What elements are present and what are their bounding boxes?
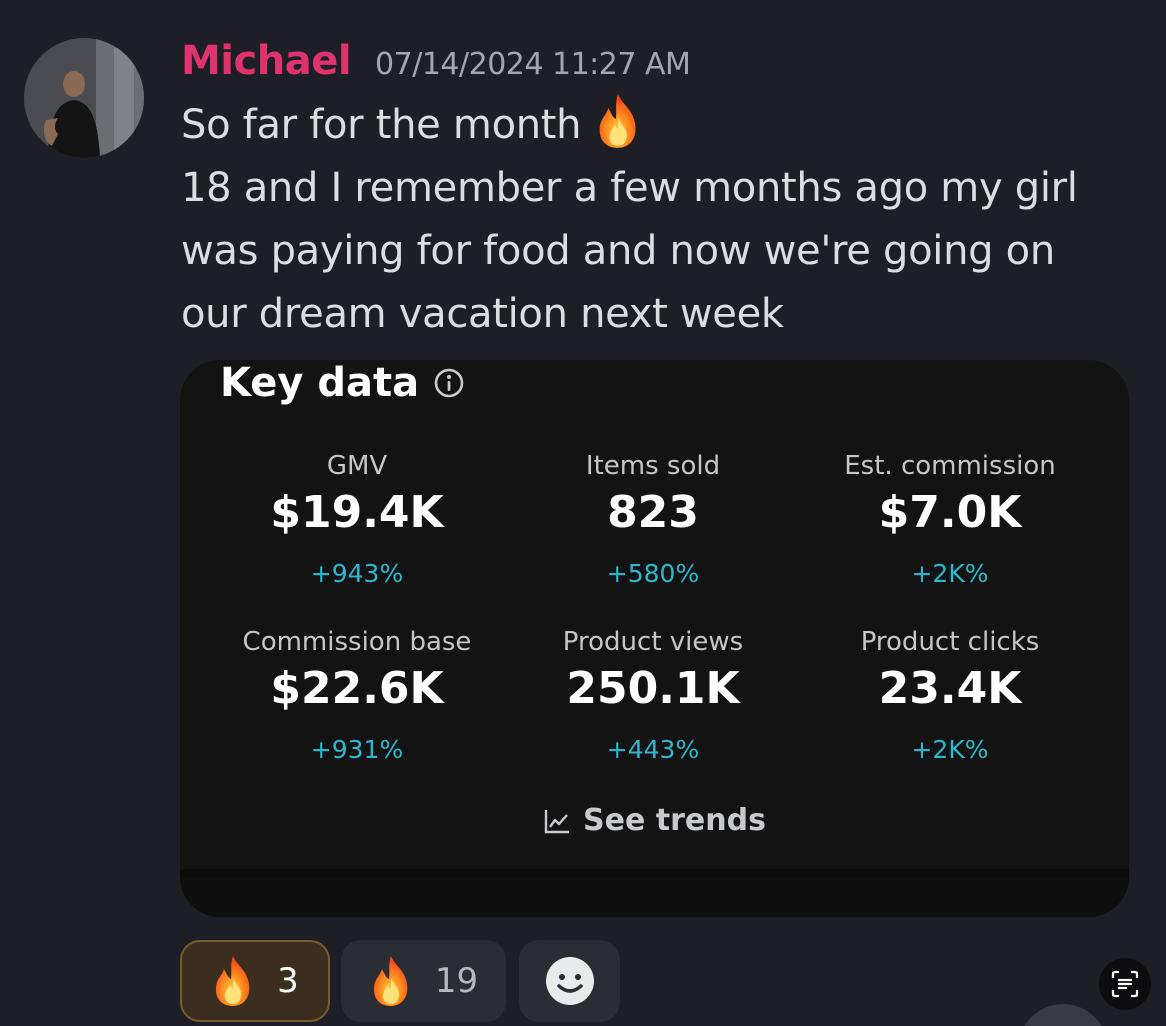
chat-message: Michael 07/14/2024 11:27 AM So far for t… [0,0,1166,1026]
metric-change: +443% [606,735,700,764]
metric-change: +943% [310,559,404,588]
metric-label: Product views [562,627,744,657]
card-title: Key data [220,360,465,406]
metric-gmv: GMV $19.4K +943% [207,448,507,594]
card-title-text: Key data [220,360,420,406]
message-line: our dream vacation next week [181,291,784,337]
avatar[interactable] [24,38,144,158]
message-line: 18 and I remember a few months ago my gi… [181,165,1078,211]
username[interactable]: Michael [181,38,352,84]
see-trends-label: See trends [583,803,766,838]
metric-value: 23.4K [878,663,1022,714]
metric-value: 250.1K [566,663,740,714]
scroll-button-edge[interactable] [1018,1004,1108,1026]
metric-change: +931% [310,735,404,764]
metric-label: Commission base [242,627,472,657]
metric-commission-base: Commission base $22.6K +931% [207,624,507,770]
add-reaction-button[interactable] [519,940,620,1022]
metric-est-commission: Est. commission $7.0K +2K% [800,448,1100,594]
reaction-fire[interactable]: 19 [341,940,506,1022]
card-footer [180,877,1129,917]
see-trends-link[interactable]: See trends [180,803,1129,838]
key-data-card: Key data GMV $19.4K +943% Items sold 823… [180,360,1129,917]
metric-value: 823 [607,487,699,538]
fire-icon [593,92,643,150]
fire-icon [211,954,255,1008]
metric-value: $22.6K [270,663,444,714]
metric-label: Items sold [585,451,721,481]
metric-value: $19.4K [270,487,444,538]
scan-text-button[interactable] [1099,958,1151,1010]
reaction-count: 3 [277,961,299,1001]
metric-label: Est. commission [844,451,1056,481]
metric-label: GMV [326,451,388,481]
scan-text-icon [1111,970,1139,998]
message-line: was paying for food and now we're going … [181,228,1055,274]
trend-chart-icon [544,809,570,833]
info-icon[interactable] [433,367,465,399]
metric-items-sold: Items sold 823 +580% [503,448,803,594]
metric-change: +2K% [911,735,989,764]
metric-change: +2K% [911,559,989,588]
smiley-face-icon [545,957,594,1005]
metric-change: +580% [606,559,700,588]
metric-product-clicks: Product clicks 23.4K +2K% [800,624,1100,770]
message-header: Michael 07/14/2024 11:27 AM [181,38,691,84]
metric-product-views: Product views 250.1K +443% [503,624,803,770]
reaction-fire-active[interactable]: 3 [180,940,330,1022]
message-line: So far for the month [181,92,1131,157]
fire-icon [369,954,413,1008]
timestamp: 07/14/2024 11:27 AM [375,47,691,82]
message-content: So far for the month 18 and I remember a… [181,92,1131,346]
metric-label: Product clicks [860,627,1040,657]
metric-value: $7.0K [878,487,1022,538]
reaction-count: 19 [434,961,479,1001]
